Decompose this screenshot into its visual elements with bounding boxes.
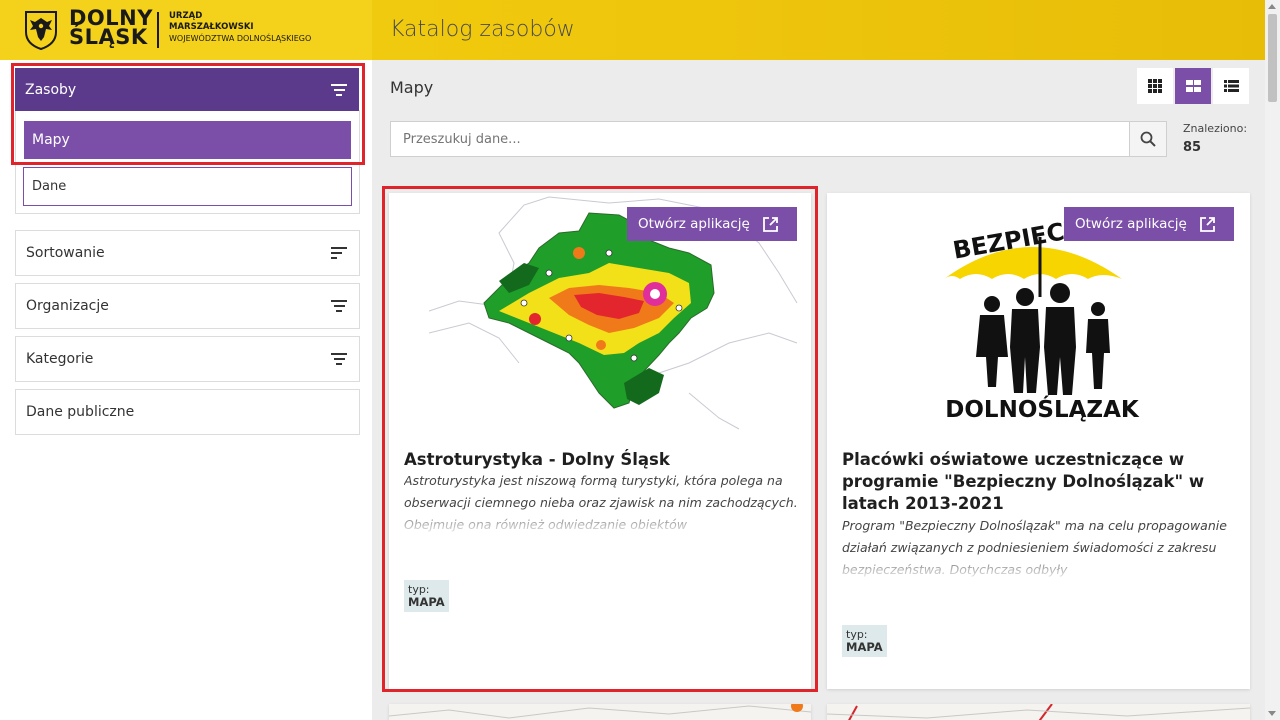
open-app-label: Otwórz aplikację	[1075, 216, 1187, 232]
card-thumbnail-map	[389, 704, 811, 719]
card-title[interactable]: Astroturystyka - Dolny Śląsk	[404, 449, 804, 471]
search-field[interactable]	[390, 121, 1130, 157]
organizations-filter[interactable]: Organizacje	[15, 283, 360, 329]
card-thumbnail-map	[827, 704, 1250, 720]
sorting-label: Sortowanie	[26, 245, 105, 261]
resource-option-data[interactable]: Dane	[23, 167, 352, 206]
public-data-filter[interactable]: Dane publiczne	[15, 389, 360, 435]
sorting-filter[interactable]: Sortowanie	[15, 230, 360, 276]
brand-divider	[157, 12, 159, 48]
logo[interactable]: DOLNY ŚLĄSK URZĄD MARSZAŁKOWSKI WOJEWÓDZ…	[0, 0, 372, 60]
filter-icon	[331, 84, 347, 96]
list-icon	[1223, 80, 1239, 92]
categories-label: Kategorie	[26, 351, 94, 367]
scroll-down-arrow-icon[interactable]	[1268, 711, 1276, 716]
results-count: 85	[1183, 140, 1202, 155]
filter-icon	[331, 353, 347, 365]
scroll-up-arrow-icon[interactable]	[1268, 4, 1276, 9]
resources-filter-header[interactable]: Zasoby	[15, 68, 359, 111]
brand-name: DOLNY ŚLĄSK	[69, 6, 153, 49]
scroll-thumb[interactable]	[1268, 14, 1277, 102]
description-fade	[404, 515, 799, 537]
grid-large-icon	[1185, 80, 1201, 92]
public-data-label: Dane publiczne	[26, 404, 135, 420]
results-count-label: Znaleziono:	[1183, 122, 1248, 135]
resources-filter-label: Zasoby	[25, 82, 77, 98]
resource-card[interactable]: BEZPIECZNY DOLNOŚLĄZAK Otwórz aplikację …	[827, 193, 1250, 689]
description-fade	[842, 560, 1237, 582]
brand-subtitle: URZĄD MARSZAŁKOWSKI WOJEWÓDZTWA DOLNOŚLĄ…	[169, 11, 312, 43]
grid-small-view-button[interactable]	[1137, 68, 1173, 104]
external-link-icon	[762, 216, 778, 232]
open-app-button[interactable]: Otwórz aplikację	[627, 207, 797, 241]
type-badge: typ: MAPA	[842, 625, 887, 657]
crest-icon	[25, 11, 57, 50]
organizations-label: Organizacje	[26, 298, 109, 314]
page-scrollbar[interactable]	[1265, 0, 1280, 720]
resource-card-partial[interactable]	[389, 704, 811, 720]
resource-option-maps[interactable]: Mapy	[24, 121, 351, 159]
sort-icon	[331, 247, 347, 259]
grid-small-icon	[1148, 79, 1162, 93]
list-view-button[interactable]	[1213, 68, 1249, 104]
card-title[interactable]: Placówki oświatowe uczestniczące w progr…	[842, 449, 1237, 515]
resource-card[interactable]: Otwórz aplikację Astroturystyka - Dolny …	[389, 193, 811, 689]
external-link-icon	[1199, 216, 1215, 232]
resource-card-partial[interactable]	[827, 704, 1250, 720]
breadcrumb: Mapy	[390, 78, 434, 97]
open-app-label: Otwórz aplikację	[638, 216, 750, 232]
filter-icon	[331, 300, 347, 312]
type-badge: typ: MAPA	[404, 580, 449, 612]
open-app-button[interactable]: Otwórz aplikację	[1064, 207, 1234, 241]
search-input[interactable]	[391, 122, 1129, 156]
search-icon	[1140, 131, 1156, 147]
search-button[interactable]	[1130, 121, 1167, 157]
type-value: MAPA	[846, 640, 883, 654]
type-value: MAPA	[408, 595, 445, 609]
categories-filter[interactable]: Kategorie	[15, 336, 360, 382]
svg-text:DOLNOŚLĄZAK: DOLNOŚLĄZAK	[945, 395, 1140, 423]
header-bar: DOLNY ŚLĄSK URZĄD MARSZAŁKOWSKI WOJEWÓDZ…	[0, 0, 1265, 60]
app-title: Katalog zasobów	[390, 17, 575, 42]
grid-large-view-button[interactable]	[1175, 68, 1211, 104]
